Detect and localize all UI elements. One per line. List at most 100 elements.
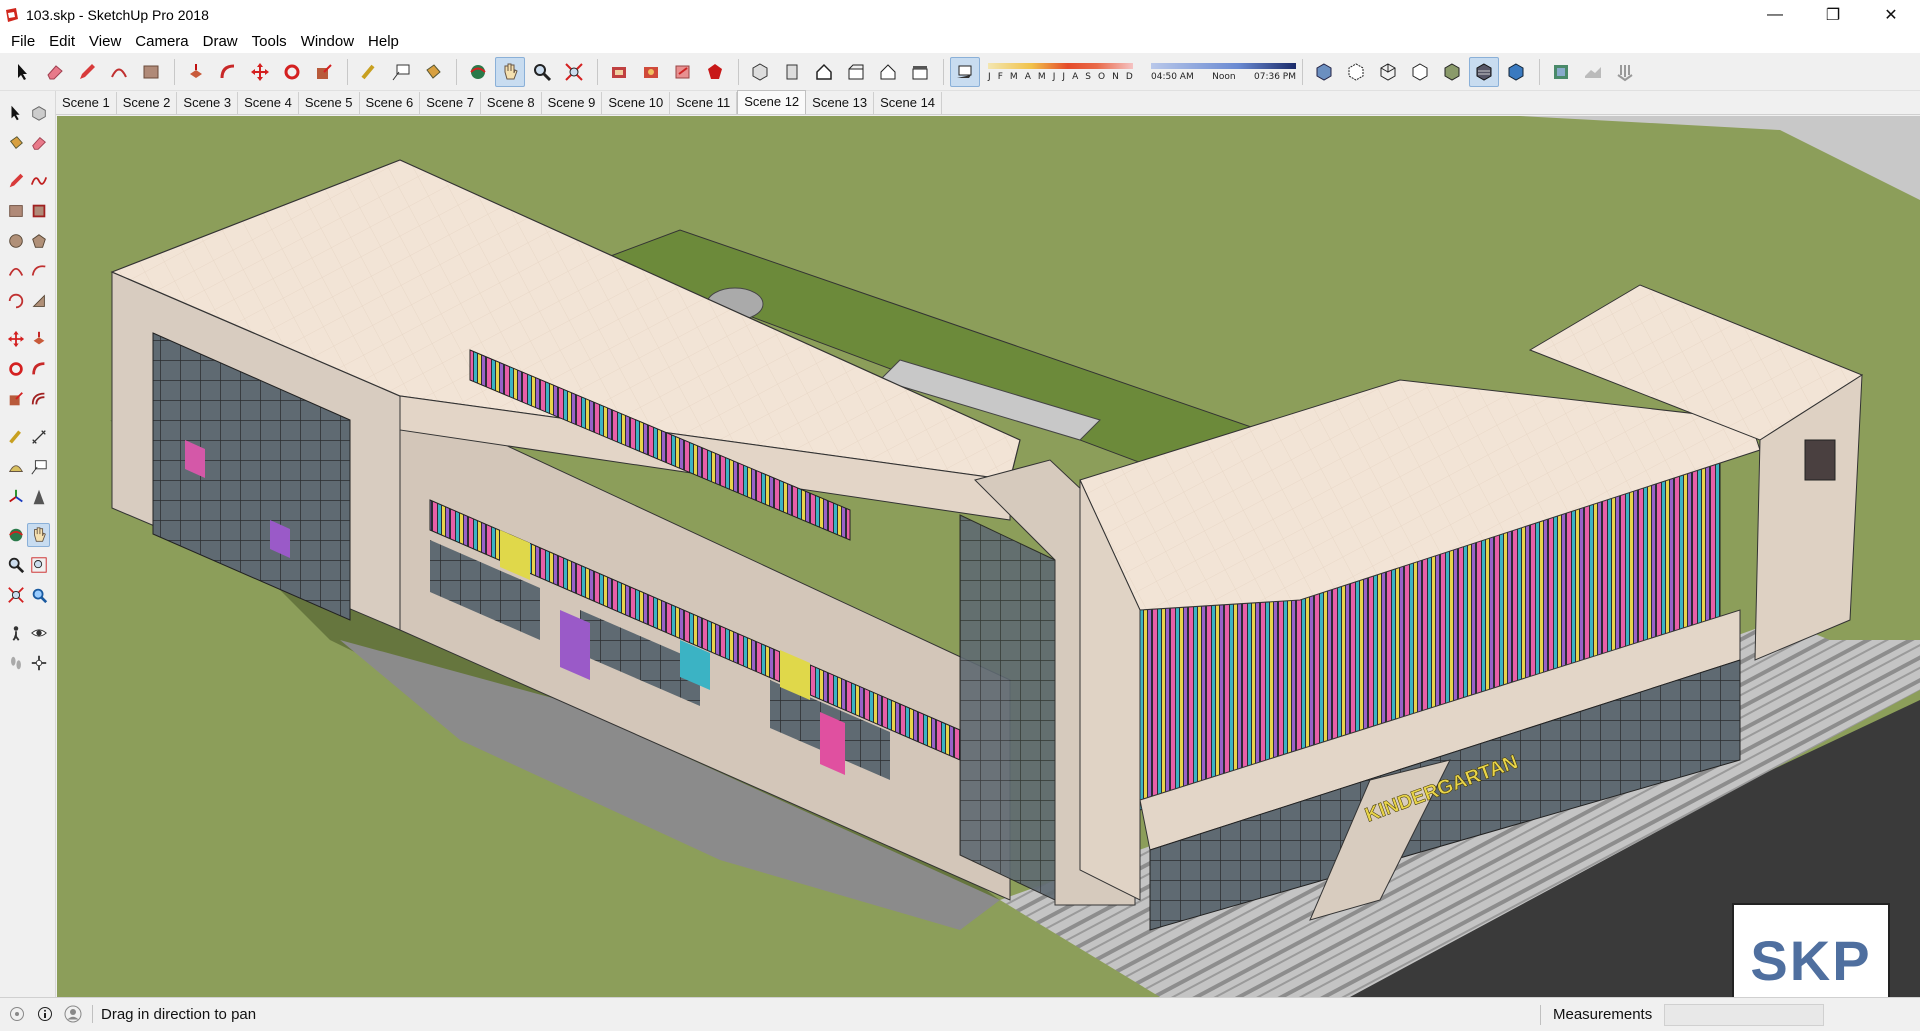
wireframe-button[interactable] — [1373, 57, 1403, 87]
shaded-button[interactable] — [1437, 57, 1467, 87]
orbit-tool-button[interactable] — [5, 523, 27, 547]
zoom-tool-button[interactable] — [5, 553, 28, 577]
polygon-tool-button[interactable] — [28, 229, 51, 253]
pan-tool-button[interactable] — [27, 523, 50, 547]
position-camera-tool-button[interactable] — [5, 621, 28, 645]
select-tool-button[interactable] — [8, 57, 38, 87]
previous-view-tool-button[interactable] — [28, 583, 51, 607]
monochrome-button[interactable] — [1501, 57, 1531, 87]
close-button[interactable]: ✕ — [1862, 0, 1920, 30]
move-tool-button[interactable] — [245, 57, 275, 87]
arc-tool-button[interactable] — [5, 259, 28, 283]
eraser-tool-button[interactable] — [28, 131, 51, 155]
account-status-button[interactable] — [62, 1003, 84, 1025]
tab-scene-1[interactable]: Scene 1 — [56, 92, 117, 114]
walk-tool-button[interactable] — [5, 651, 28, 675]
zoom-extents-tool-button[interactable] — [559, 57, 589, 87]
credits-status-button[interactable] — [34, 1003, 56, 1025]
shadow-date-slider[interactable]: J F M A M J J A S O N D — [988, 57, 1133, 87]
push-pull-tool-button[interactable] — [28, 327, 51, 351]
freehand-tool-button[interactable] — [28, 169, 51, 193]
top-view-button[interactable] — [777, 57, 807, 87]
extension-warehouse-button[interactable] — [636, 57, 666, 87]
text-tool-button[interactable] — [386, 57, 416, 87]
tab-scene-2[interactable]: Scene 2 — [116, 92, 178, 114]
model-viewport[interactable]: KINDERGARTAN — [57, 116, 1920, 997]
tab-scene-11[interactable]: Scene 11 — [670, 92, 738, 114]
tab-scene-3[interactable]: Scene 3 — [177, 92, 239, 114]
back-view-button[interactable] — [873, 57, 903, 87]
minimize-button[interactable]: — — [1746, 0, 1804, 30]
follow-me-tool-button[interactable] — [28, 357, 51, 381]
three-point-arc-tool-button[interactable] — [5, 289, 28, 313]
right-view-button[interactable] — [841, 57, 871, 87]
tab-scene-4[interactable]: Scene 4 — [238, 92, 299, 114]
menu-window[interactable]: Window — [294, 30, 361, 53]
orbit-tool-button[interactable] — [463, 57, 493, 87]
geo-location-button[interactable] — [1546, 57, 1576, 87]
push-pull-tool-button[interactable] — [181, 57, 211, 87]
tab-scene-5[interactable]: Scene 5 — [298, 92, 360, 114]
terrain-button[interactable] — [1578, 57, 1608, 87]
tab-scene-12[interactable]: Scene 12 — [737, 90, 807, 114]
make-component-button[interactable] — [28, 101, 51, 125]
tab-scene-14[interactable]: Scene 14 — [874, 92, 943, 114]
axes-tool-button[interactable] — [5, 485, 28, 509]
circle-tool-button[interactable] — [5, 229, 28, 253]
pan-tool-button[interactable] — [495, 56, 525, 87]
offset-tool-button[interactable] — [28, 387, 51, 411]
extension-manager-button[interactable] — [700, 57, 730, 87]
iso-view-button[interactable] — [745, 57, 775, 87]
hidden-line-button[interactable] — [1405, 57, 1435, 87]
pie-tool-button[interactable] — [28, 289, 51, 313]
rotate-tool-button[interactable] — [277, 57, 307, 87]
front-view-button[interactable] — [809, 57, 839, 87]
menu-file[interactable]: File — [4, 30, 42, 53]
measurements-input[interactable] — [1664, 1003, 1825, 1026]
arc-tool-button[interactable] — [104, 57, 134, 87]
follow-me-tool-button[interactable] — [213, 57, 243, 87]
menu-draw[interactable]: Draw — [196, 30, 245, 53]
tab-scene-10[interactable]: Scene 10 — [602, 92, 671, 114]
dimension-tool-button[interactable] — [28, 425, 51, 449]
eraser-tool-button[interactable] — [40, 57, 70, 87]
shaded-textures-button[interactable] — [1469, 56, 1499, 87]
protractor-tool-button[interactable] — [5, 455, 28, 479]
send-to-layout-button[interactable] — [668, 57, 698, 87]
rectangle-tool-button[interactable] — [136, 57, 166, 87]
kindergarten-model-render[interactable]: KINDERGARTAN — [57, 116, 1920, 997]
section-plane-tool-button[interactable] — [28, 651, 51, 675]
left-view-button[interactable] — [905, 57, 935, 87]
select-tool-button[interactable] — [5, 101, 28, 125]
menu-tools[interactable]: Tools — [245, 30, 294, 53]
line-tool-button[interactable] — [5, 169, 28, 193]
rectangle-tool-button[interactable] — [5, 199, 28, 223]
tape-measure-tool-button[interactable] — [354, 57, 384, 87]
text-tool-button[interactable] — [28, 455, 51, 479]
paint-bucket-tool-button[interactable] — [418, 57, 448, 87]
back-edges-button[interactable] — [1341, 57, 1371, 87]
geo-location-status-button[interactable] — [6, 1003, 28, 1025]
scale-tool-button[interactable] — [309, 57, 339, 87]
move-tool-button[interactable] — [5, 327, 28, 351]
rotated-rectangle-tool-button[interactable] — [28, 199, 51, 223]
shadows-toggle-button[interactable] — [950, 56, 980, 87]
tab-scene-13[interactable]: Scene 13 — [806, 92, 875, 114]
zoom-tool-button[interactable] — [527, 57, 557, 87]
look-around-tool-button[interactable] — [28, 621, 51, 645]
zoom-window-tool-button[interactable] — [28, 553, 51, 577]
pencil-tool-button[interactable] — [72, 57, 102, 87]
tab-scene-7[interactable]: Scene 7 — [420, 92, 481, 114]
3d-text-tool-button[interactable] — [28, 485, 51, 509]
tab-scene-6[interactable]: Scene 6 — [359, 92, 421, 114]
paint-bucket-tool-button[interactable] — [5, 131, 28, 155]
shadow-time-slider[interactable]: 04:50 AM Noon 07:36 PM — [1151, 57, 1296, 87]
two-point-arc-tool-button[interactable] — [28, 259, 51, 283]
menu-camera[interactable]: Camera — [128, 30, 195, 53]
menu-help[interactable]: Help — [361, 30, 406, 53]
menu-view[interactable]: View — [82, 30, 128, 53]
rotate-tool-button[interactable] — [5, 357, 28, 381]
warehouse-button[interactable] — [604, 57, 634, 87]
tape-measure-tool-button[interactable] — [5, 425, 28, 449]
xray-button[interactable] — [1309, 57, 1339, 87]
